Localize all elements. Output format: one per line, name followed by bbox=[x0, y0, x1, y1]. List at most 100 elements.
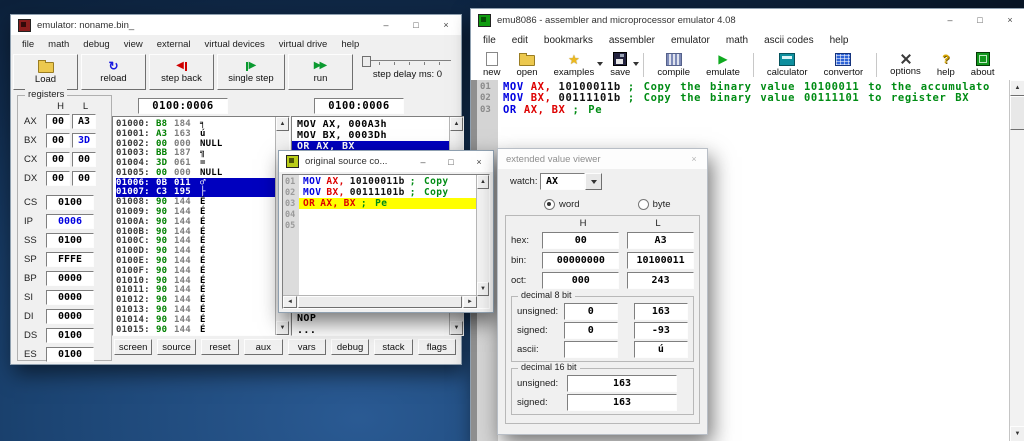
memory-row[interactable]: 01013:90144É bbox=[116, 305, 275, 315]
main-menu-bookmarks[interactable]: bookmarks bbox=[536, 35, 601, 46]
memory-row[interactable]: 0100A:90144É bbox=[116, 217, 275, 227]
editor-scrollbar[interactable] bbox=[1009, 80, 1024, 441]
scroll-up-icon[interactable] bbox=[450, 117, 463, 131]
word-radio[interactable]: word bbox=[544, 199, 580, 210]
scroll-up-icon[interactable] bbox=[1010, 80, 1024, 96]
ascii-l-value[interactable]: ú bbox=[634, 341, 688, 358]
chevron-down-icon[interactable] bbox=[585, 173, 602, 190]
memory-row[interactable]: 01006:0B011♂ bbox=[116, 178, 275, 188]
disassembly-address-field[interactable]: 0100:0006 bbox=[314, 98, 404, 114]
memory-row[interactable]: 01011:90144É bbox=[116, 286, 275, 296]
memory-row[interactable]: 01003:BB187╗ bbox=[116, 148, 275, 158]
memory-row[interactable]: 01007:C3195├ bbox=[116, 188, 275, 198]
emulator-menu-view[interactable]: view bbox=[117, 39, 150, 50]
vertical-scrollbar[interactable] bbox=[476, 175, 489, 296]
register-cx-l[interactable]: 00 bbox=[72, 152, 96, 167]
register-cx-h[interactable]: 00 bbox=[46, 152, 70, 167]
maximize-icon[interactable]: □ bbox=[401, 15, 431, 35]
emulator-titlebar[interactable]: emulator: noname.bin_ – □ × bbox=[11, 15, 461, 35]
minimize-icon[interactable]: – bbox=[935, 10, 965, 30]
help-button[interactable]: ?help bbox=[929, 51, 963, 79]
register-es[interactable]: 0100 bbox=[46, 347, 94, 362]
scroll-left-icon[interactable] bbox=[283, 296, 297, 308]
single-step-button[interactable]: ▶ single step bbox=[217, 54, 285, 90]
register-di[interactable]: 0000 bbox=[46, 309, 94, 324]
disassembly-line[interactable]: MOV AX, 000A3h bbox=[292, 119, 450, 130]
memory-panel[interactable]: 01000:B8184╕01001:A3163ú01002:00000NULL0… bbox=[112, 116, 290, 336]
scroll-down-icon[interactable] bbox=[477, 282, 489, 296]
scrollbar-track[interactable] bbox=[1010, 130, 1024, 426]
source-button[interactable]: source bbox=[157, 339, 195, 355]
flags-button[interactable]: flags bbox=[418, 339, 456, 355]
hex-l-value[interactable]: A3 bbox=[627, 232, 694, 249]
register-ds[interactable]: 0100 bbox=[46, 328, 94, 343]
memory-row[interactable]: 01012:90144É bbox=[116, 295, 275, 305]
run-button[interactable]: ▶▶ run bbox=[288, 54, 353, 90]
register-ax-l[interactable]: A3 bbox=[72, 114, 96, 129]
stack-button[interactable]: stack bbox=[374, 339, 412, 355]
register-dx-h[interactable]: 00 bbox=[46, 171, 70, 186]
register-bx-h[interactable]: 00 bbox=[46, 133, 70, 148]
unsigned-l-value[interactable]: 163 bbox=[634, 303, 688, 320]
disassembly-line[interactable]: ... bbox=[297, 325, 316, 336]
close-icon[interactable]: × bbox=[681, 149, 707, 169]
convertor-button[interactable]: convertor bbox=[816, 51, 872, 79]
load-button[interactable]: Load bbox=[13, 54, 78, 90]
emulator-menu-virtual-devices[interactable]: virtual devices bbox=[198, 39, 272, 50]
main-menu-file[interactable]: file bbox=[475, 35, 504, 46]
memory-row[interactable]: 01008:90144É bbox=[116, 197, 275, 207]
compile-button[interactable]: compile bbox=[649, 51, 698, 79]
source-line-05[interactable]: 05 bbox=[283, 220, 477, 231]
screen-button[interactable]: screen bbox=[114, 339, 152, 355]
scroll-up-icon[interactable] bbox=[276, 117, 289, 131]
main-menu-ascii-codes[interactable]: ascii codes bbox=[756, 35, 821, 46]
memory-row[interactable]: 01010:90144É bbox=[116, 276, 275, 286]
register-bx-l[interactable]: 3D bbox=[72, 133, 96, 148]
hex-h-value[interactable]: 00 bbox=[542, 232, 619, 249]
maximize-icon[interactable]: □ bbox=[437, 151, 465, 172]
emulator-menu-help[interactable]: help bbox=[334, 39, 366, 50]
emulator-menu-external[interactable]: external bbox=[150, 39, 198, 50]
source-line-04[interactable]: 04 bbox=[283, 209, 477, 220]
calculator-button[interactable]: calculator bbox=[759, 51, 816, 79]
emulate-button[interactable]: ▶emulate bbox=[698, 51, 748, 79]
step-delay-slider[interactable]: step delay ms: 0 bbox=[356, 54, 459, 90]
close-icon[interactable]: × bbox=[995, 10, 1024, 30]
source-line-03[interactable]: 03ORAX,BX; Pe bbox=[477, 104, 1010, 116]
signed-h-value[interactable]: 0 bbox=[564, 322, 618, 339]
scroll-down-icon[interactable] bbox=[276, 321, 289, 335]
emulator-menu-debug[interactable]: debug bbox=[76, 39, 116, 50]
register-dx-l[interactable]: 00 bbox=[72, 171, 96, 186]
minimize-icon[interactable]: – bbox=[371, 15, 401, 35]
register-ax-h[interactable]: 00 bbox=[46, 114, 70, 129]
source-line-02[interactable]: 02MOVBX,00111101b; Copy the binary value… bbox=[477, 93, 1010, 105]
emulator-menu-virtual-drive[interactable]: virtual drive bbox=[272, 39, 335, 50]
register-si[interactable]: 0000 bbox=[46, 290, 94, 305]
memory-row[interactable]: 0100D:90144É bbox=[116, 246, 275, 256]
scroll-down-icon[interactable] bbox=[450, 321, 463, 335]
memory-row[interactable]: 01015:90144É bbox=[116, 325, 275, 335]
signed-16bit-value[interactable]: 163 bbox=[567, 394, 677, 411]
bin-l-value[interactable]: 10100011 bbox=[627, 252, 694, 269]
scrollbar-thumb[interactable] bbox=[298, 296, 462, 308]
source-line-01[interactable]: 01MOVAX,10100011b; Copy the binary value… bbox=[477, 81, 1010, 93]
source-line-03[interactable]: 03ORAX,BX; Pe bbox=[283, 198, 477, 209]
memory-row[interactable]: 01014:90144É bbox=[116, 315, 275, 325]
main-menu-edit[interactable]: edit bbox=[504, 35, 536, 46]
step-back-button[interactable]: ◀ step back bbox=[149, 54, 214, 90]
source-line-01[interactable]: 01MOVAX,10100011b; Copy bbox=[283, 176, 477, 187]
viewer-titlebar[interactable]: extended value viewer × bbox=[498, 149, 707, 169]
slider-handle[interactable] bbox=[362, 56, 371, 67]
aux-button[interactable]: aux bbox=[244, 339, 282, 355]
main-menu-assembler[interactable]: assembler bbox=[601, 35, 663, 46]
chevron-down-icon[interactable] bbox=[633, 62, 639, 66]
bin-h-value[interactable]: 00000000 bbox=[542, 252, 619, 269]
memory-row[interactable]: 0100E:90144É bbox=[116, 256, 275, 266]
memory-row[interactable]: 01002:00000NULL bbox=[116, 139, 275, 149]
signed-l-value[interactable]: -93 bbox=[634, 322, 688, 339]
save-button[interactable]: save bbox=[602, 51, 638, 79]
slider-track[interactable] bbox=[364, 60, 451, 61]
memory-row[interactable]: 0100F:90144É bbox=[116, 266, 275, 276]
examples-button[interactable]: ★examples bbox=[546, 51, 603, 79]
memory-row[interactable]: 01001:A3163ú bbox=[116, 129, 275, 139]
